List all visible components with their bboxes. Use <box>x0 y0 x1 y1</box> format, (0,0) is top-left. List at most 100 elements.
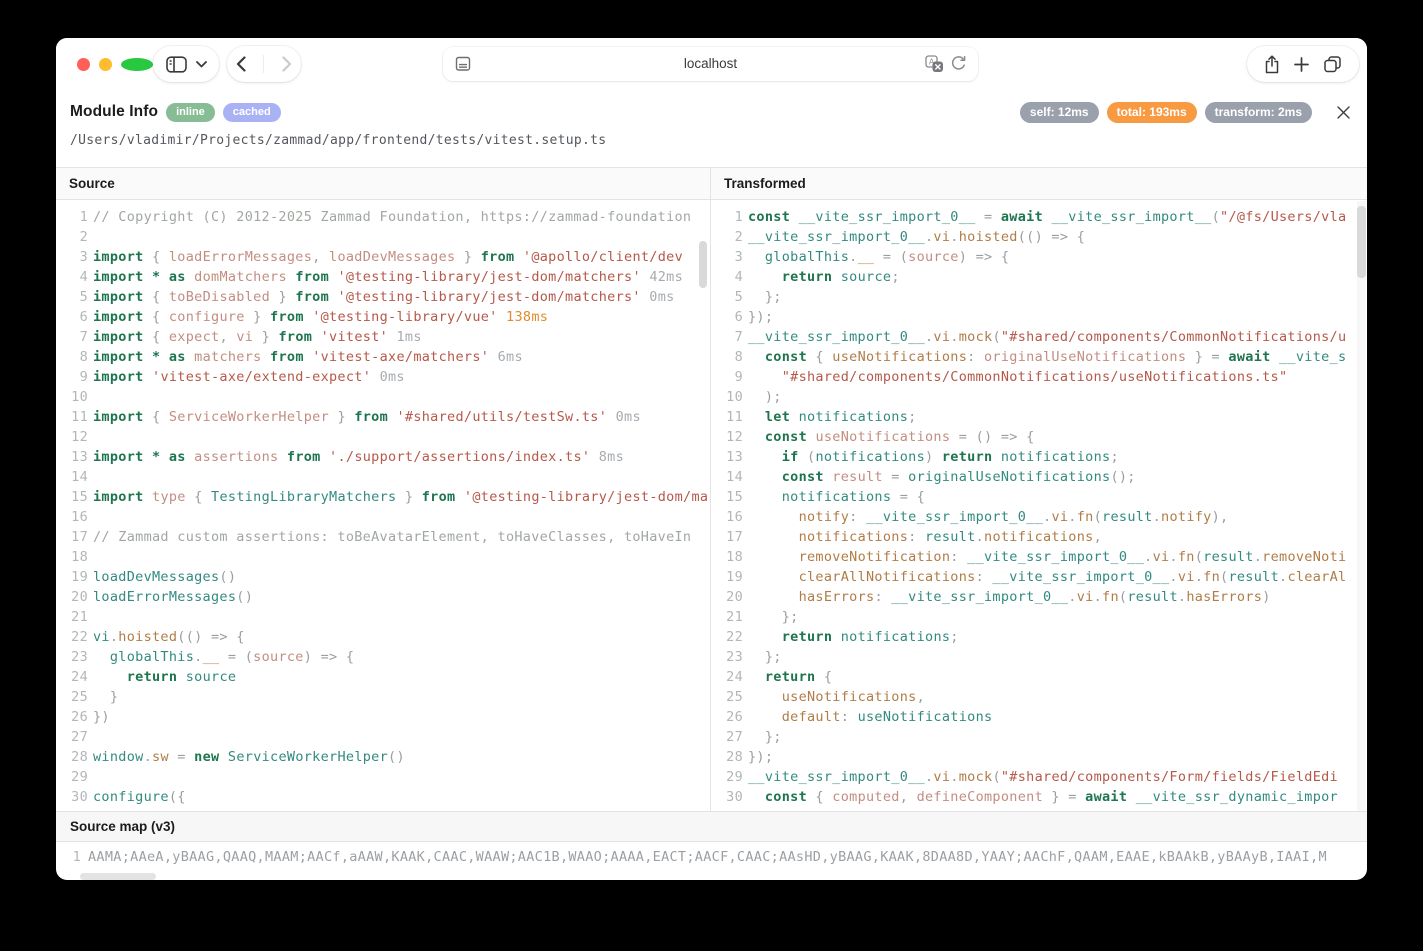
line-content: notify: __vite_ssr_import_0__.vi.fn(resu… <box>748 507 1228 527</box>
line-number: 4 <box>711 267 743 287</box>
plus-icon <box>1294 57 1309 72</box>
close-icon <box>1336 105 1352 120</box>
line-content: let notifications; <box>748 407 917 427</box>
line-number: 2 <box>711 227 743 247</box>
close-button[interactable] <box>1336 104 1352 120</box>
url-text[interactable]: localhost <box>443 56 978 71</box>
line-number: 15 <box>56 487 88 507</box>
toolbar-actions <box>1247 46 1359 82</box>
share-icon <box>1264 55 1280 74</box>
address-bar[interactable]: localhost A <box>443 47 978 81</box>
line-content: configure({ <box>93 787 186 807</box>
code-line: 10 <box>56 387 710 407</box>
line-number: 16 <box>711 507 743 527</box>
code-line: 18 <box>56 547 710 567</box>
line-content: // Copyright (C) 2012-2025 Zammad Founda… <box>93 207 691 227</box>
sourcemap-mappings: AAMA;AAeA,yBAAG,QAAQ,MAAM;AACf,aAAW,KAAK… <box>88 849 1327 880</box>
code-line: 4 return source; <box>711 267 1367 287</box>
line-number: 14 <box>56 467 88 487</box>
cached-badge: cached <box>223 103 281 122</box>
chevron-right-icon <box>282 56 292 72</box>
forward-button[interactable] <box>282 56 292 72</box>
line-content: import { loadErrorMessages, loadDevMessa… <box>93 247 683 267</box>
window-zoom-button[interactable] <box>121 58 153 71</box>
code-line: 20 hasErrors: __vite_ssr_import_0__.vi.f… <box>711 587 1367 607</box>
share-button[interactable] <box>1264 55 1280 74</box>
horizontal-scrollbar-thumb[interactable] <box>80 873 156 880</box>
code-line: 24 return source <box>56 667 710 687</box>
code-line: 25 useNotifications, <box>711 687 1367 707</box>
translate-badge-icon[interactable]: A <box>925 55 944 73</box>
line-content: import { expect, vi } from 'vitest' 1ms <box>93 327 422 347</box>
line-content: loadErrorMessages() <box>93 587 253 607</box>
reload-button[interactable] <box>950 55 967 73</box>
code-line: 3import { loadErrorMessages, loadDevMess… <box>56 247 710 267</box>
line-content: import { ServiceWorkerHelper } from '#sh… <box>93 407 641 427</box>
code-line: 1// Copyright (C) 2012-2025 Zammad Found… <box>56 207 710 227</box>
line-number: 24 <box>56 667 88 687</box>
line-number: 12 <box>56 427 88 447</box>
new-tab-button[interactable] <box>1294 57 1309 72</box>
line-content: import 'vitest-axe/extend-expect' 0ms <box>93 367 405 387</box>
code-line: 18 removeNotification: __vite_ssr_import… <box>711 547 1367 567</box>
line-content: return source; <box>748 267 900 287</box>
code-line: 26}) <box>56 707 710 727</box>
line-number: 1 <box>56 207 88 227</box>
sidebar-icon <box>166 56 187 73</box>
self-time-badge: self: 12ms <box>1020 102 1099 123</box>
line-number: 26 <box>56 707 88 727</box>
code-line: 29 <box>56 767 710 787</box>
transformed-code[interactable]: 1const __vite_ssr_import_0__ = await __v… <box>711 201 1367 812</box>
line-content: import { toBeDisabled } from '@testing-l… <box>93 287 675 307</box>
line-number: 3 <box>56 247 88 267</box>
chevron-down-icon <box>196 61 207 68</box>
line-number: 2 <box>56 227 88 247</box>
transformed-scrollbar-thumb[interactable] <box>1357 206 1366 278</box>
line-content: }; <box>748 287 782 307</box>
code-line: 4import * as domMatchers from '@testing-… <box>56 267 710 287</box>
sourcemap-line-number: 1 <box>56 849 81 880</box>
tab-overview-button[interactable] <box>1323 55 1342 73</box>
sidebar-toggle-button[interactable] <box>153 46 219 82</box>
line-number: 16 <box>56 507 88 527</box>
line-number: 7 <box>56 327 88 347</box>
code-line: 22 return notifications; <box>711 627 1367 647</box>
line-content: __vite_ssr_import_0__.vi.mock("#shared/c… <box>748 327 1346 347</box>
code-line: 27 }; <box>711 727 1367 747</box>
source-scrollbar-thumb[interactable] <box>699 241 707 288</box>
code-line: 16 <box>56 507 710 527</box>
line-number: 19 <box>711 567 743 587</box>
line-number: 17 <box>56 527 88 547</box>
code-line: 1const __vite_ssr_import_0__ = await __v… <box>711 207 1367 227</box>
window-minimize-button[interactable] <box>99 58 112 71</box>
transformed-panel: Transformed 1const __vite_ssr_import_0__… <box>711 168 1367 812</box>
line-number: 5 <box>711 287 743 307</box>
line-number: 27 <box>56 727 88 747</box>
line-number: 6 <box>56 307 88 327</box>
line-content: const { useNotifications: originalUseNot… <box>748 347 1346 367</box>
line-number: 18 <box>56 547 88 567</box>
module-header: Module Info inline cached self: 12ms tot… <box>70 99 1312 125</box>
code-line: 21 <box>56 607 710 627</box>
source-code[interactable]: 1// Copyright (C) 2012-2025 Zammad Found… <box>56 201 710 812</box>
code-line: 19 clearAllNotifications: __vite_ssr_imp… <box>711 567 1367 587</box>
window-close-button[interactable] <box>77 58 90 71</box>
browser-toolbar: localhost A <box>56 38 1367 90</box>
line-number: 11 <box>711 407 743 427</box>
line-content: hasErrors: __vite_ssr_import_0__.vi.fn(r… <box>748 587 1271 607</box>
page-title: Module Info <box>70 103 158 121</box>
code-line: 11 let notifications; <box>711 407 1367 427</box>
code-line: 29__vite_ssr_import_0__.vi.mock("#shared… <box>711 767 1367 787</box>
back-button[interactable] <box>236 56 246 72</box>
source-panel: Source 1// Copyright (C) 2012-2025 Zamma… <box>56 168 710 812</box>
code-line: 17 notifications: result.notifications, <box>711 527 1367 547</box>
line-number: 20 <box>56 587 88 607</box>
code-line: 7__vite_ssr_import_0__.vi.mock("#shared/… <box>711 327 1367 347</box>
line-number: 12 <box>711 427 743 447</box>
code-line: 21 }; <box>711 607 1367 627</box>
transformed-scrollbar-track[interactable] <box>1357 201 1366 812</box>
line-number: 10 <box>56 387 88 407</box>
line-number: 26 <box>711 707 743 727</box>
code-line: 13import * as assertions from './support… <box>56 447 710 467</box>
line-content: }); <box>748 307 773 327</box>
